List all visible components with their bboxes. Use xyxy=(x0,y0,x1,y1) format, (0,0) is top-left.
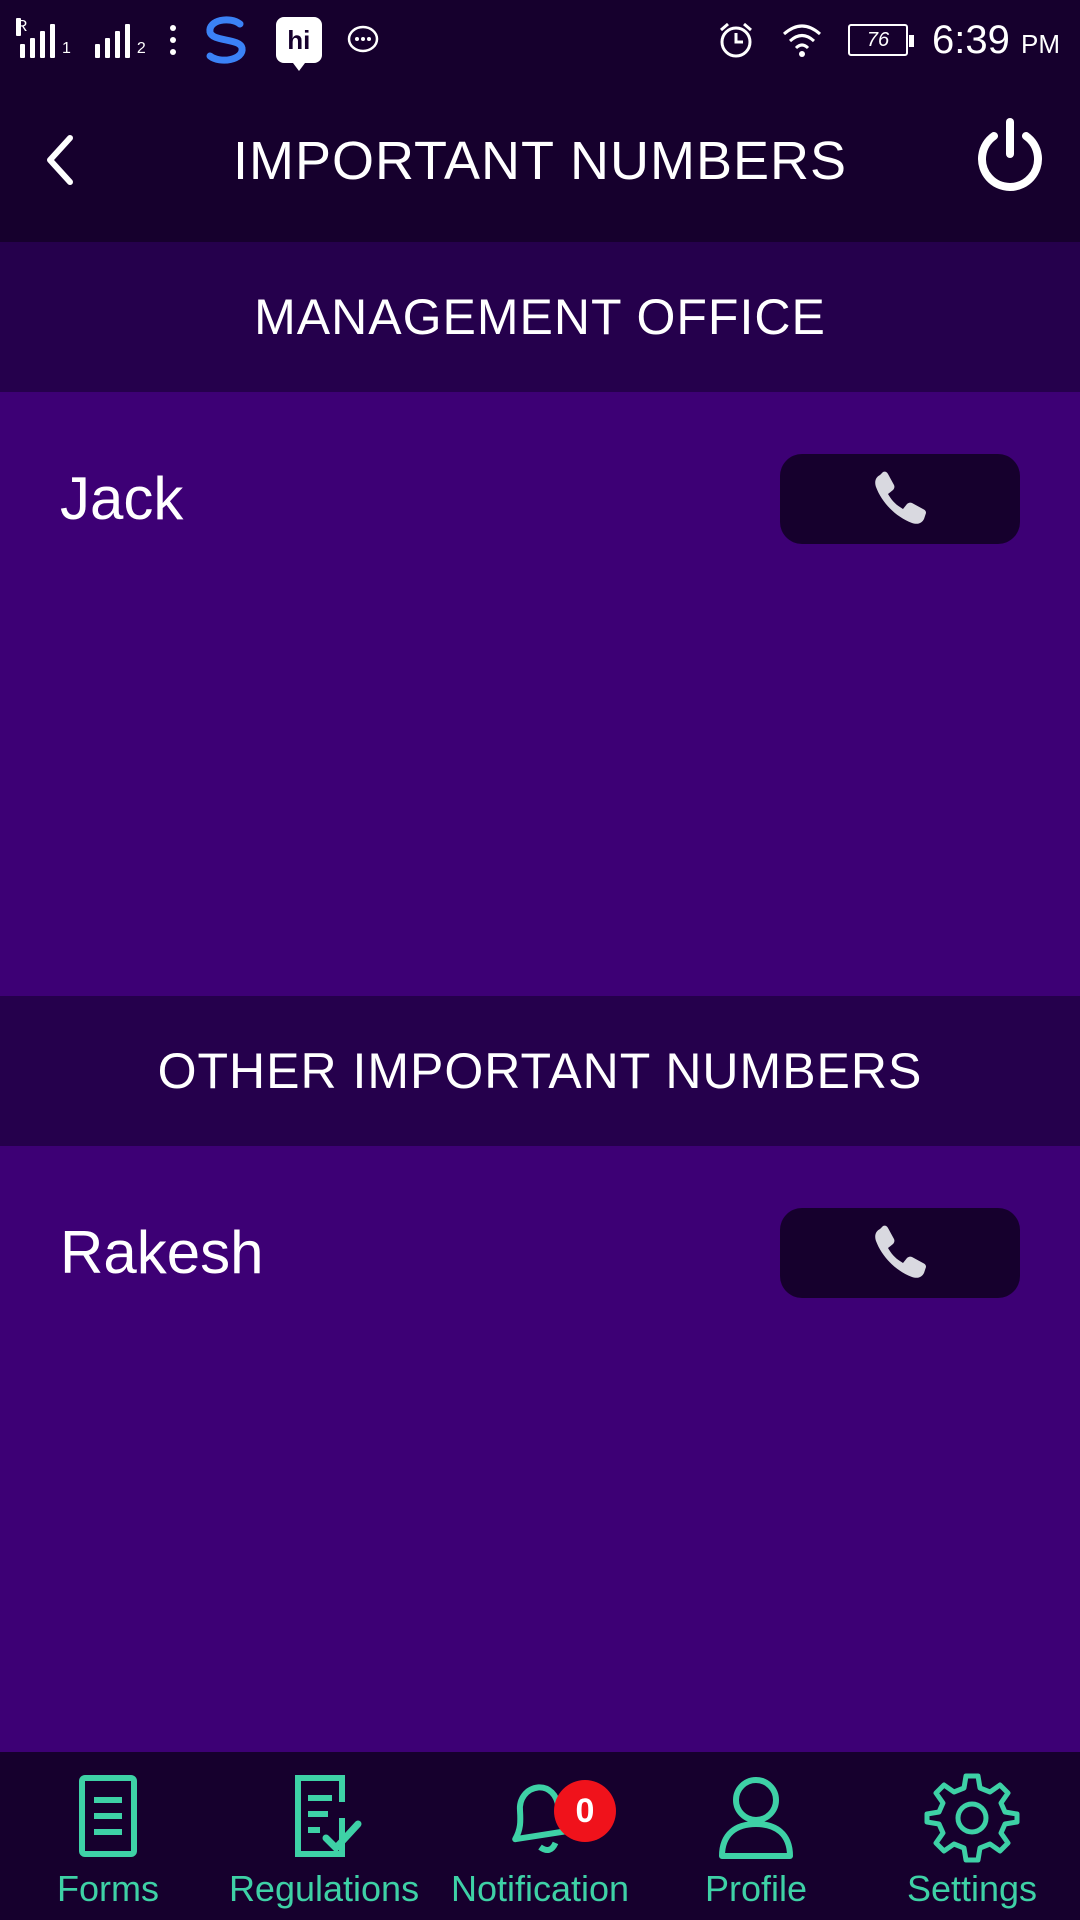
clock-time: 6:39 xyxy=(932,17,1010,62)
wifi-icon xyxy=(783,24,822,57)
status-left: R 1 2 hi xyxy=(16,14,380,71)
status-bar: R 1 2 hi 76 6:39 PM xyxy=(0,0,1080,80)
sim1-label: 1 xyxy=(62,40,71,57)
clock: 6:39 PM xyxy=(932,18,1060,63)
s-app-icon xyxy=(206,16,246,64)
roaming-indicator: R xyxy=(16,18,28,36)
contact-name: Rakesh xyxy=(60,1219,264,1286)
contact-name: Jack xyxy=(60,465,184,532)
nav-regulations[interactable]: Regulations xyxy=(216,1766,432,1910)
bottom-nav: Forms Regulations 0 Notification Profile xyxy=(0,1752,1080,1920)
nav-settings-label: Settings xyxy=(906,1868,1038,1909)
power-icon[interactable] xyxy=(970,116,1050,196)
chat-icon xyxy=(347,25,379,53)
status-right: 76 6:39 PM xyxy=(716,18,1060,63)
nav-notification-label: Notification xyxy=(450,1868,630,1909)
section-body-other-important-numbers: Rakesh xyxy=(0,1146,1080,1752)
back-arrow-icon[interactable] xyxy=(40,130,80,190)
nav-profile[interactable]: Profile xyxy=(648,1766,864,1910)
section-header-other-important-numbers: OTHER IMPORTANT NUMBERS xyxy=(0,996,1080,1146)
clock-ampm: PM xyxy=(1021,28,1060,59)
page-title: IMPORTANT NUMBERS xyxy=(232,131,848,191)
nav-profile-label: Profile xyxy=(704,1868,808,1909)
call-button[interactable] xyxy=(780,454,1020,544)
notification-badge: 0 xyxy=(554,1780,616,1842)
signal-sim1-icon: R 1 xyxy=(16,18,71,58)
nav-notification[interactable]: 0 Notification xyxy=(432,1766,648,1910)
document-icon xyxy=(79,1775,137,1857)
checklist-icon xyxy=(295,1775,362,1857)
nav-regulations-label: Regulations xyxy=(228,1868,420,1909)
hi-app-icon: hi xyxy=(275,17,322,71)
gear-icon xyxy=(924,1773,1020,1863)
alarm-icon xyxy=(720,22,752,58)
app-header: IMPORTANT NUMBERS xyxy=(0,80,1080,242)
phone-icon xyxy=(875,1225,926,1278)
nav-forms-label: Forms xyxy=(57,1868,159,1909)
signal-sim2-icon: 2 xyxy=(94,22,146,58)
battery-level: 76 xyxy=(866,28,890,51)
section-body-management-office: Jack xyxy=(0,392,1080,996)
phone-icon xyxy=(875,471,926,524)
nav-forms[interactable]: Forms xyxy=(0,1766,216,1910)
person-icon xyxy=(719,1777,793,1859)
call-button[interactable] xyxy=(780,1208,1020,1298)
nav-settings[interactable]: Settings xyxy=(864,1766,1080,1910)
section-header-management-office: MANAGEMENT OFFICE xyxy=(0,242,1080,392)
battery-icon: 76 xyxy=(848,24,915,56)
hi-app-label: hi xyxy=(287,24,311,55)
more-vert-icon xyxy=(169,25,176,55)
sim2-label: 2 xyxy=(136,40,146,57)
